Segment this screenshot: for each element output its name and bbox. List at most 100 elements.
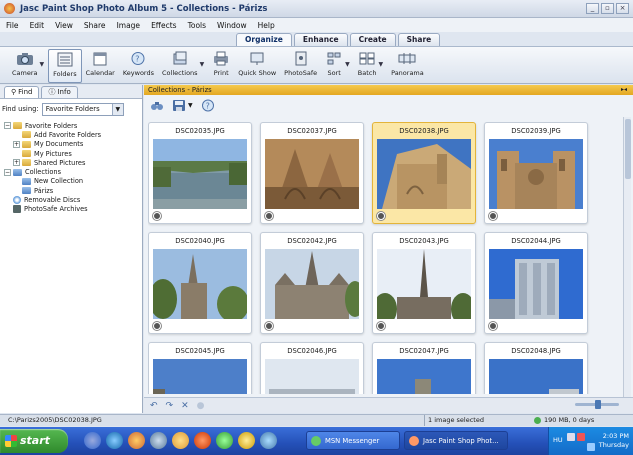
panorama-button[interactable]: Panorama xyxy=(387,49,428,83)
tray-alert-icon[interactable] xyxy=(577,433,585,441)
print-button[interactable]: Print xyxy=(208,49,234,83)
menu-view[interactable]: View xyxy=(55,21,73,30)
menu-image[interactable]: Image xyxy=(117,21,141,30)
tree-item-photosafe-archives[interactable]: PhotoSafe Archives xyxy=(4,205,142,214)
tab-share[interactable]: Share xyxy=(397,33,441,46)
quicklaunch-media-icon[interactable] xyxy=(128,432,145,449)
photo-thumbnail[interactable]: DSC02037.JPG xyxy=(260,122,364,224)
thumbnail-image[interactable] xyxy=(265,139,359,209)
photo-thumbnail[interactable]: DSC02044.JPG xyxy=(484,232,588,334)
rotate-badge-icon[interactable] xyxy=(265,212,273,220)
collapse-icon[interactable]: − xyxy=(4,122,11,130)
tree-item-add-favorite[interactable]: Add Favorite Folders xyxy=(4,130,142,139)
menu-share[interactable]: Share xyxy=(84,21,106,30)
quick-show-button[interactable]: Quick Show xyxy=(234,49,280,83)
save-dropdown-icon[interactable]: ▼ xyxy=(188,102,193,109)
chevron-down-icon[interactable]: ▼ xyxy=(111,103,123,115)
taskbar-item-msn[interactable]: MSN Messenger xyxy=(306,431,400,450)
photo-thumbnail[interactable]: DSC02039.JPG xyxy=(484,122,588,224)
pin-icon[interactable]: ▸◂ xyxy=(621,85,627,95)
find-using-select[interactable]: Favorite Folders ▼ xyxy=(41,102,124,116)
tab-create[interactable]: Create xyxy=(349,33,396,46)
thumbnail-image[interactable] xyxy=(153,139,247,209)
tray-clock[interactable]: 2:03 PM Thursday xyxy=(599,432,629,450)
sort-button[interactable]: Sort xyxy=(321,49,347,83)
collections-dropdown-icon[interactable]: ▼ xyxy=(200,61,205,68)
photo-thumbnail[interactable]: DSC02047.JPG xyxy=(372,342,476,394)
quicklaunch-ie-icon[interactable] xyxy=(106,432,123,449)
photo-thumbnail[interactable]: DSC02042.JPG xyxy=(260,232,364,334)
menu-file[interactable]: File xyxy=(6,21,19,30)
batch-button[interactable]: Batch xyxy=(354,49,381,83)
thumbnail-image[interactable] xyxy=(153,249,247,319)
tab-find[interactable]: ⚲ Find xyxy=(4,86,40,98)
quicklaunch-network-icon[interactable] xyxy=(260,432,277,449)
rotate-badge-icon[interactable] xyxy=(377,212,385,220)
thumbnail-image[interactable] xyxy=(265,359,359,394)
tree-item-favorite-folders[interactable]: − Favorite Folders xyxy=(4,121,142,130)
folders-button[interactable]: Folders xyxy=(48,49,82,83)
expand-icon[interactable]: + xyxy=(13,159,20,167)
rotate-badge-icon[interactable] xyxy=(153,322,161,330)
undo-icon[interactable]: ↶ xyxy=(150,401,158,411)
photo-thumbnail[interactable]: DSC02040.JPG xyxy=(148,232,252,334)
tree-item-shared-pictures[interactable]: + Shared Pictures xyxy=(4,158,142,167)
scrollbar-thumb[interactable] xyxy=(625,119,631,179)
sort-dropdown-icon[interactable]: ▼ xyxy=(345,61,350,68)
collections-button[interactable]: Collections xyxy=(158,49,202,83)
taskbar-item-paintshop[interactable]: Jasc Paint Shop Phot... xyxy=(404,431,508,450)
thumbnail-image[interactable] xyxy=(265,249,359,319)
help-icon[interactable]: ? xyxy=(201,99,215,112)
rotate-badge-icon[interactable] xyxy=(489,212,497,220)
photosafe-button[interactable]: PhotoSafe xyxy=(280,49,321,83)
photo-thumbnail[interactable]: DSC02048.JPG xyxy=(484,342,588,394)
tray-network-icon[interactable] xyxy=(567,433,575,441)
thumbnail-image[interactable] xyxy=(377,359,471,394)
rotate-badge-icon[interactable] xyxy=(153,212,161,220)
menu-help[interactable]: Help xyxy=(258,21,275,30)
tray-language[interactable]: HU xyxy=(553,436,563,444)
tree-item-my-pictures[interactable]: My Pictures xyxy=(4,149,142,158)
expand-icon[interactable]: + xyxy=(13,140,20,148)
camera-button[interactable]: Camera xyxy=(8,49,42,83)
rotate-icon[interactable]: ● xyxy=(197,401,205,411)
delete-icon[interactable]: ✕ xyxy=(181,401,189,411)
redo-icon[interactable]: ↷ xyxy=(166,401,174,411)
thumbnail-image[interactable] xyxy=(377,249,471,319)
photo-thumbnail[interactable]: DSC02045.JPG xyxy=(148,342,252,394)
menu-tools[interactable]: Tools xyxy=(188,21,206,30)
keywords-button[interactable]: ? Keywords xyxy=(119,49,158,83)
tab-info[interactable]: ⓘ Info xyxy=(41,86,78,98)
quicklaunch-app-icon[interactable] xyxy=(238,432,255,449)
tab-organize[interactable]: Organize xyxy=(236,33,292,46)
tray-volume-icon[interactable] xyxy=(587,443,595,451)
thumbnail-image[interactable] xyxy=(489,139,583,209)
tree-item-parizs[interactable]: Párizs xyxy=(4,186,142,195)
quicklaunch-firefox-icon[interactable] xyxy=(194,432,211,449)
start-button[interactable]: start xyxy=(0,429,68,453)
quicklaunch-player-icon[interactable] xyxy=(216,432,233,449)
thumbnail-image[interactable] xyxy=(377,139,471,209)
menu-edit[interactable]: Edit xyxy=(30,21,45,30)
photo-thumbnail[interactable]: DSC02043.JPG xyxy=(372,232,476,334)
menu-effects[interactable]: Effects xyxy=(151,21,177,30)
save-icon[interactable] xyxy=(172,99,186,112)
collapse-icon[interactable]: − xyxy=(4,168,11,176)
minimize-button[interactable]: _ xyxy=(586,3,599,14)
tree-item-new-collection[interactable]: New Collection xyxy=(4,177,142,186)
tree-item-collections[interactable]: − Collections xyxy=(4,167,142,176)
rotate-badge-icon[interactable] xyxy=(265,322,273,330)
tab-enhance[interactable]: Enhance xyxy=(293,33,348,46)
tree-item-removable-discs[interactable]: Removable Discs xyxy=(4,195,142,205)
thumbnail-image[interactable] xyxy=(489,249,583,319)
photo-thumbnail[interactable]: DSC02035.JPG xyxy=(148,122,252,224)
menu-window[interactable]: Window xyxy=(217,21,247,30)
close-button[interactable]: × xyxy=(616,3,629,14)
camera-dropdown-icon[interactable]: ▼ xyxy=(40,61,45,68)
quicklaunch-messenger-icon[interactable] xyxy=(150,432,167,449)
batch-dropdown-icon[interactable]: ▼ xyxy=(378,61,383,68)
photo-thumbnail[interactable]: DSC02038.JPG xyxy=(372,122,476,224)
tree-item-my-documents[interactable]: + My Documents xyxy=(4,140,142,149)
quicklaunch-folder-icon[interactable] xyxy=(172,432,189,449)
calendar-button[interactable]: Calendar xyxy=(82,49,119,83)
